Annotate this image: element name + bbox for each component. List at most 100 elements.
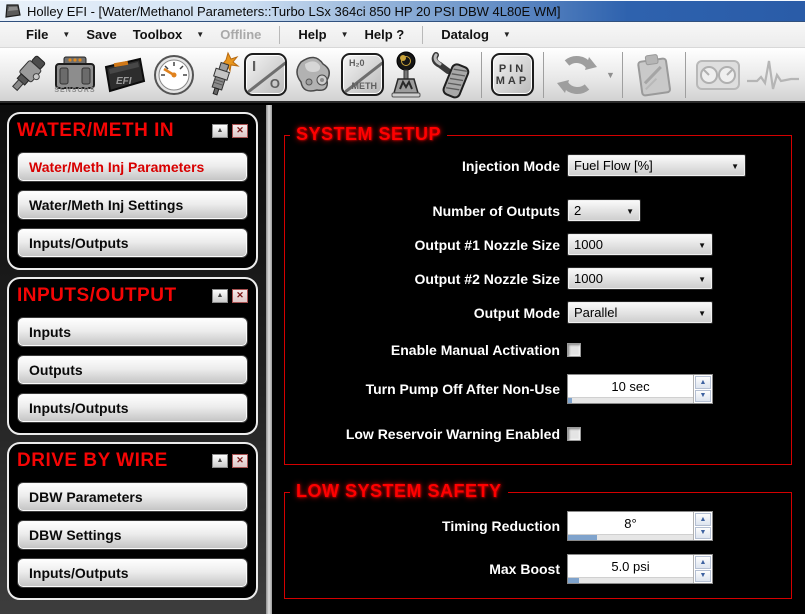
panel-drive-by-wire: DRIVE BY WIRE ▲ ✕ DBW Parameters DBW Set… xyxy=(7,442,258,600)
title-bar: Holley EFI - [Water/Methanol Parameters:… xyxy=(0,0,805,22)
enable-manual-activation-checkbox[interactable] xyxy=(567,343,581,357)
spinner-value[interactable]: 8° xyxy=(568,512,693,540)
panel-water-meth-in: WATER/METH IN ▲ ✕ Water/Meth Inj Paramet… xyxy=(7,112,258,270)
menu-toolbox[interactable]: Toolbox ▼ xyxy=(125,24,213,45)
io-button-icon[interactable]: I O xyxy=(244,50,287,100)
field-label: Output #1 Nozzle Size xyxy=(414,236,560,253)
sidebar-item-inputs-outputs[interactable]: Inputs/Outputs xyxy=(17,393,248,423)
toolbar-separator xyxy=(543,51,544,98)
menu-separator xyxy=(422,25,424,44)
toolbar-separator xyxy=(684,51,686,98)
pump-off-after-nonuse-spinner: 10 sec ▲ ▼ xyxy=(567,374,713,404)
gauge-icon[interactable] xyxy=(152,50,196,100)
efi-ecu-icon[interactable]: EFI xyxy=(102,50,148,100)
field-label: Output Mode xyxy=(473,304,560,321)
panel-title: WATER/METH IN xyxy=(17,119,175,141)
sidebar-item-inputs-outputs[interactable]: Inputs/Outputs xyxy=(17,228,248,258)
panel-inputs-output: INPUTS/OUTPUT ▲ ✕ Inputs Outputs Inputs/… xyxy=(7,277,258,435)
spin-down-button[interactable]: ▼ xyxy=(695,526,711,539)
panel-minimize-button[interactable]: ▲ xyxy=(212,123,228,138)
chevron-down-icon: ▼ xyxy=(502,30,511,39)
spinner-track xyxy=(568,397,693,403)
main-content: SYSTEM SETUP Injection Mode Fuel Flow [%… xyxy=(272,105,805,614)
pedal-icon[interactable] xyxy=(428,50,472,100)
menu-datalog[interactable]: Datalog ▼ xyxy=(433,24,519,45)
sensors-label: SENSORS xyxy=(54,87,96,94)
spin-down-button[interactable]: ▼ xyxy=(695,389,711,402)
chevron-down-icon: ▼ xyxy=(626,207,634,216)
panel-close-button[interactable]: ✕ xyxy=(232,288,248,303)
menu-separator xyxy=(279,25,281,44)
dash-gauges-icon xyxy=(695,50,741,100)
h2o-meth-button-icon[interactable]: H₂0 METH xyxy=(341,50,384,100)
app-icon xyxy=(5,4,21,18)
clipboard-icon xyxy=(632,50,676,100)
field-label: Number of Outputs xyxy=(432,202,560,219)
spinner-track xyxy=(568,577,693,583)
fuel-injector-icon[interactable] xyxy=(6,50,48,100)
field-label: Timing Reduction xyxy=(442,518,560,534)
menu-help-question[interactable]: Help ? xyxy=(356,24,412,45)
menu-help[interactable]: Help ▼ xyxy=(290,24,356,45)
shifter-icon[interactable] xyxy=(388,50,424,100)
timing-reduction-spinner: 8° ▲ ▼ xyxy=(567,511,713,541)
chevron-down-icon: ▼ xyxy=(340,30,349,39)
workspace: WATER/METH IN ▲ ✕ Water/Meth Inj Paramet… xyxy=(0,105,805,614)
output-mode-select[interactable]: Parallel ▼ xyxy=(567,301,713,324)
efi-label: EFI xyxy=(116,76,132,87)
section-low-system-safety: LOW SYSTEM SAFETY Timing Reduction 8° ▲ … xyxy=(284,481,792,599)
spinner-value[interactable]: 10 sec xyxy=(568,375,693,403)
panel-close-button[interactable]: ✕ xyxy=(232,123,248,138)
low-reservoir-warning-checkbox[interactable] xyxy=(567,427,581,441)
spin-up-button[interactable]: ▲ xyxy=(695,513,711,526)
panel-title: DRIVE BY WIRE xyxy=(17,449,168,471)
panel-minimize-button[interactable]: ▲ xyxy=(212,453,228,468)
sidebar-item-inputs-outputs[interactable]: Inputs/Outputs xyxy=(17,558,248,588)
window-title: Holley EFI - [Water/Methanol Parameters:… xyxy=(27,3,561,19)
sidebar-item-inputs[interactable]: Inputs xyxy=(17,317,248,347)
sidebar: WATER/METH IN ▲ ✕ Water/Meth Inj Paramet… xyxy=(0,105,266,614)
field-label: Injection Mode xyxy=(462,157,560,174)
field-label: Low Reservoir Warning Enabled xyxy=(345,426,560,442)
spin-up-button[interactable]: ▲ xyxy=(695,376,711,389)
spinner-value[interactable]: 5.0 psi xyxy=(568,555,693,583)
pump-icon[interactable] xyxy=(291,50,337,100)
offline-status: Offline xyxy=(220,27,262,42)
section-system-setup: SYSTEM SETUP Injection Mode Fuel Flow [%… xyxy=(284,124,792,465)
sidebar-item-dbw-settings[interactable]: DBW Settings xyxy=(17,520,248,550)
chevron-down-icon: ▼ xyxy=(698,275,706,284)
sidebar-item-outputs[interactable]: Outputs xyxy=(17,355,248,385)
injection-mode-select[interactable]: Fuel Flow [%] ▼ xyxy=(567,154,746,177)
field-label: Turn Pump Off After Non-Use xyxy=(365,381,560,397)
output2-nozzle-size-select[interactable]: 1000 ▼ xyxy=(567,267,713,290)
chevron-down-icon: ▼ xyxy=(698,241,706,250)
sync-icon xyxy=(553,50,601,100)
sensors-icon[interactable]: SENSORS xyxy=(52,50,98,100)
toolbar: SENSORS EFI I O H₂0 METH PIN MAP ▼ xyxy=(0,48,805,103)
heartbeat-icon xyxy=(745,50,801,100)
field-label: Output #2 Nozzle Size xyxy=(414,270,560,287)
field-label: Max Boost xyxy=(489,561,560,577)
menu-file[interactable]: File ▼ xyxy=(18,24,78,45)
spinner-track xyxy=(568,534,693,540)
pin-map-button-icon[interactable]: PIN MAP xyxy=(491,50,534,100)
spark-plug-icon[interactable] xyxy=(200,50,240,100)
chevron-down-icon: ▼ xyxy=(62,30,71,39)
sidebar-item-water-meth-inj-settings[interactable]: Water/Meth Inj Settings xyxy=(17,190,248,220)
panel-close-button[interactable]: ✕ xyxy=(232,453,248,468)
sync-dropdown-arrow: ▼ xyxy=(606,69,615,80)
number-of-outputs-select[interactable]: 2 ▼ xyxy=(567,199,641,222)
panel-minimize-button[interactable]: ▲ xyxy=(212,288,228,303)
menu-save[interactable]: Save xyxy=(78,24,124,45)
sidebar-item-water-meth-inj-parameters[interactable]: Water/Meth Inj Parameters xyxy=(17,152,248,182)
max-boost-spinner: 5.0 psi ▲ ▼ xyxy=(567,554,713,584)
menu-bar: File ▼ Save Toolbox ▼ Offline Help ▼ Help ?… xyxy=(0,22,805,48)
section-title: SYSTEM SETUP xyxy=(290,124,448,145)
chevron-down-icon: ▼ xyxy=(698,309,706,318)
panel-title: INPUTS/OUTPUT xyxy=(17,284,177,306)
spin-up-button[interactable]: ▲ xyxy=(695,556,711,569)
sidebar-item-dbw-parameters[interactable]: DBW Parameters xyxy=(17,482,248,512)
chevron-down-icon: ▼ xyxy=(196,30,205,39)
spin-down-button[interactable]: ▼ xyxy=(695,569,711,582)
output1-nozzle-size-select[interactable]: 1000 ▼ xyxy=(567,233,713,256)
